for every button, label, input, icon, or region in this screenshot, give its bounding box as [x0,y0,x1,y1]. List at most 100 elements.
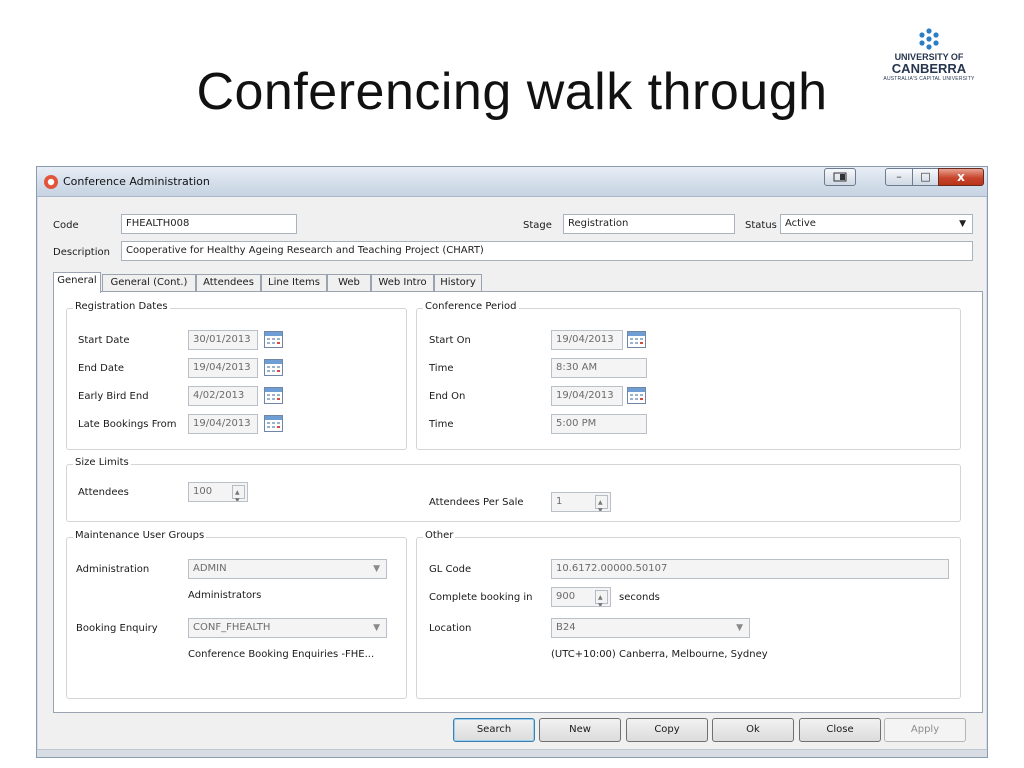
seconds-unit-label: seconds [619,592,660,603]
calendar-icon [264,359,283,376]
booking-enquiry-label: Booking Enquiry [76,623,158,634]
maintenance-user-groups-group: Maintenance User Groups Administration A… [66,530,407,699]
close-button[interactable]: Close [799,718,881,742]
attendees-value: 100 [193,486,213,497]
administration-value: ADMIN [193,563,227,574]
tab-line-items[interactable]: Line Items [261,274,327,292]
new-button[interactable]: New [539,718,621,742]
timezone-text: (UTC+10:00) Canberra, Melbourne, Sydney [551,649,768,660]
chevron-down-icon: ▼ [373,564,380,574]
registration-dates-group: Registration Dates Start Date 30/01/2013… [66,301,407,450]
tab-web-intro[interactable]: Web Intro [371,274,434,292]
tab-general[interactable]: General [53,272,101,293]
start-on-field[interactable]: 19/04/2013 [551,330,623,350]
conference-admin-window: Conference Administration – □ x Code FHE… [36,166,988,758]
app-icon [44,175,58,189]
late-bookings-field[interactable]: 19/04/2013 [188,414,258,434]
complete-booking-value: 900 [556,591,576,602]
other-group: Other GL Code 10.6172.00000.50107 Comple… [416,530,961,699]
code-label: Code [53,220,79,231]
stage-label: Stage [523,220,552,231]
close-window-button[interactable]: x [938,168,984,186]
window-titlebar[interactable]: Conference Administration – □ x [37,167,987,197]
attendees-label: Attendees [78,487,129,498]
end-on-calendar-button[interactable] [627,387,646,404]
end-date-calendar-button[interactable] [264,359,283,376]
stage-field[interactable]: Registration [563,214,735,234]
attendees-per-sale-label: Attendees Per Sale [429,497,524,508]
tab-web[interactable]: Web [327,274,371,292]
window-layout-icon [833,172,847,182]
gl-code-field[interactable]: 10.6172.00000.50107 [551,559,949,579]
late-bookings-calendar-button[interactable] [264,415,283,432]
status-label: Status [745,220,777,231]
attendees-per-sale-stepper[interactable]: 1 [551,492,611,512]
general-tab-panel: Registration Dates Start Date 30/01/2013… [53,291,983,713]
search-button[interactable]: Search [453,718,535,742]
minimize-button[interactable]: – [885,168,913,186]
slide-title: Conferencing walk through [196,63,828,121]
calendar-icon [627,331,646,348]
tab-history[interactable]: History [434,274,482,292]
start-date-calendar-button[interactable] [264,331,283,348]
close-icon: x [957,170,965,184]
logo-line-2: CANBERRA [891,61,967,76]
code-field[interactable]: FHEALTH008 [121,214,297,234]
location-select[interactable]: B24 ▼ [551,618,750,638]
calendar-icon [264,415,283,432]
location-label: Location [429,623,472,634]
other-title: Other [423,530,456,541]
status-value: Active [785,218,816,229]
start-time-field[interactable]: 8:30 AM [551,358,647,378]
attendees-stepper[interactable]: 100 [188,482,248,502]
spinner-arrows-icon[interactable] [595,494,608,511]
apply-button[interactable]: Apply [884,718,966,742]
maximize-icon: □ [920,170,931,183]
attendees-per-sale-value: 1 [556,496,563,507]
booking-enquiry-description: Conference Booking Enquiries -FHE... [188,649,375,660]
complete-booking-stepper[interactable]: 900 [551,587,611,607]
description-field[interactable]: Cooperative for Healthy Ageing Research … [121,241,973,261]
end-on-label: End On [429,391,466,402]
conference-period-title: Conference Period [423,301,519,312]
tab-general-cont[interactable]: General (Cont.) [102,274,196,292]
start-on-label: Start On [429,335,471,346]
start-on-calendar-button[interactable] [627,331,646,348]
maximize-button[interactable]: □ [912,168,939,186]
ok-button[interactable]: Ok [712,718,794,742]
window-title: Conference Administration [63,175,210,188]
administration-label: Administration [76,564,150,575]
status-select[interactable]: Active ▼ [780,214,973,234]
end-on-field[interactable]: 19/04/2013 [551,386,623,406]
early-bird-calendar-button[interactable] [264,387,283,404]
end-date-field[interactable]: 19/04/2013 [188,358,258,378]
copy-button[interactable]: Copy [626,718,708,742]
late-bookings-label: Late Bookings From [78,419,177,430]
size-limits-group: Size Limits Attendees 100 Attendees Per … [66,457,961,522]
university-crest-icon [919,28,939,50]
booking-enquiry-select[interactable]: CONF_FHEALTH ▼ [188,618,387,638]
calendar-icon [264,387,283,404]
start-date-field[interactable]: 30/01/2013 [188,330,258,350]
early-bird-field[interactable]: 4/02/2013 [188,386,258,406]
logo-line-3: AUSTRALIA'S CAPITAL UNIVERSITY [883,76,975,82]
size-limits-title: Size Limits [73,457,131,468]
location-value: B24 [556,622,576,633]
gl-code-label: GL Code [429,564,472,575]
chevron-down-icon: ▼ [373,623,380,633]
maintenance-user-groups-title: Maintenance User Groups [73,530,207,541]
early-bird-label: Early Bird End [78,391,149,402]
spinner-arrows-icon[interactable] [232,484,245,501]
chevron-down-icon: ▼ [959,219,966,229]
end-time-field[interactable]: 5:00 PM [551,414,647,434]
booking-enquiry-value: CONF_FHEALTH [193,622,271,633]
tab-attendees[interactable]: Attendees [196,274,261,292]
description-label: Description [53,247,110,258]
minimize-icon: – [896,170,902,183]
chevron-down-icon: ▼ [736,623,743,633]
window-extra-button[interactable] [824,168,856,186]
spinner-arrows-icon[interactable] [595,589,608,606]
administration-description: Administrators [188,590,262,601]
administration-select[interactable]: ADMIN ▼ [188,559,387,579]
calendar-icon [627,387,646,404]
